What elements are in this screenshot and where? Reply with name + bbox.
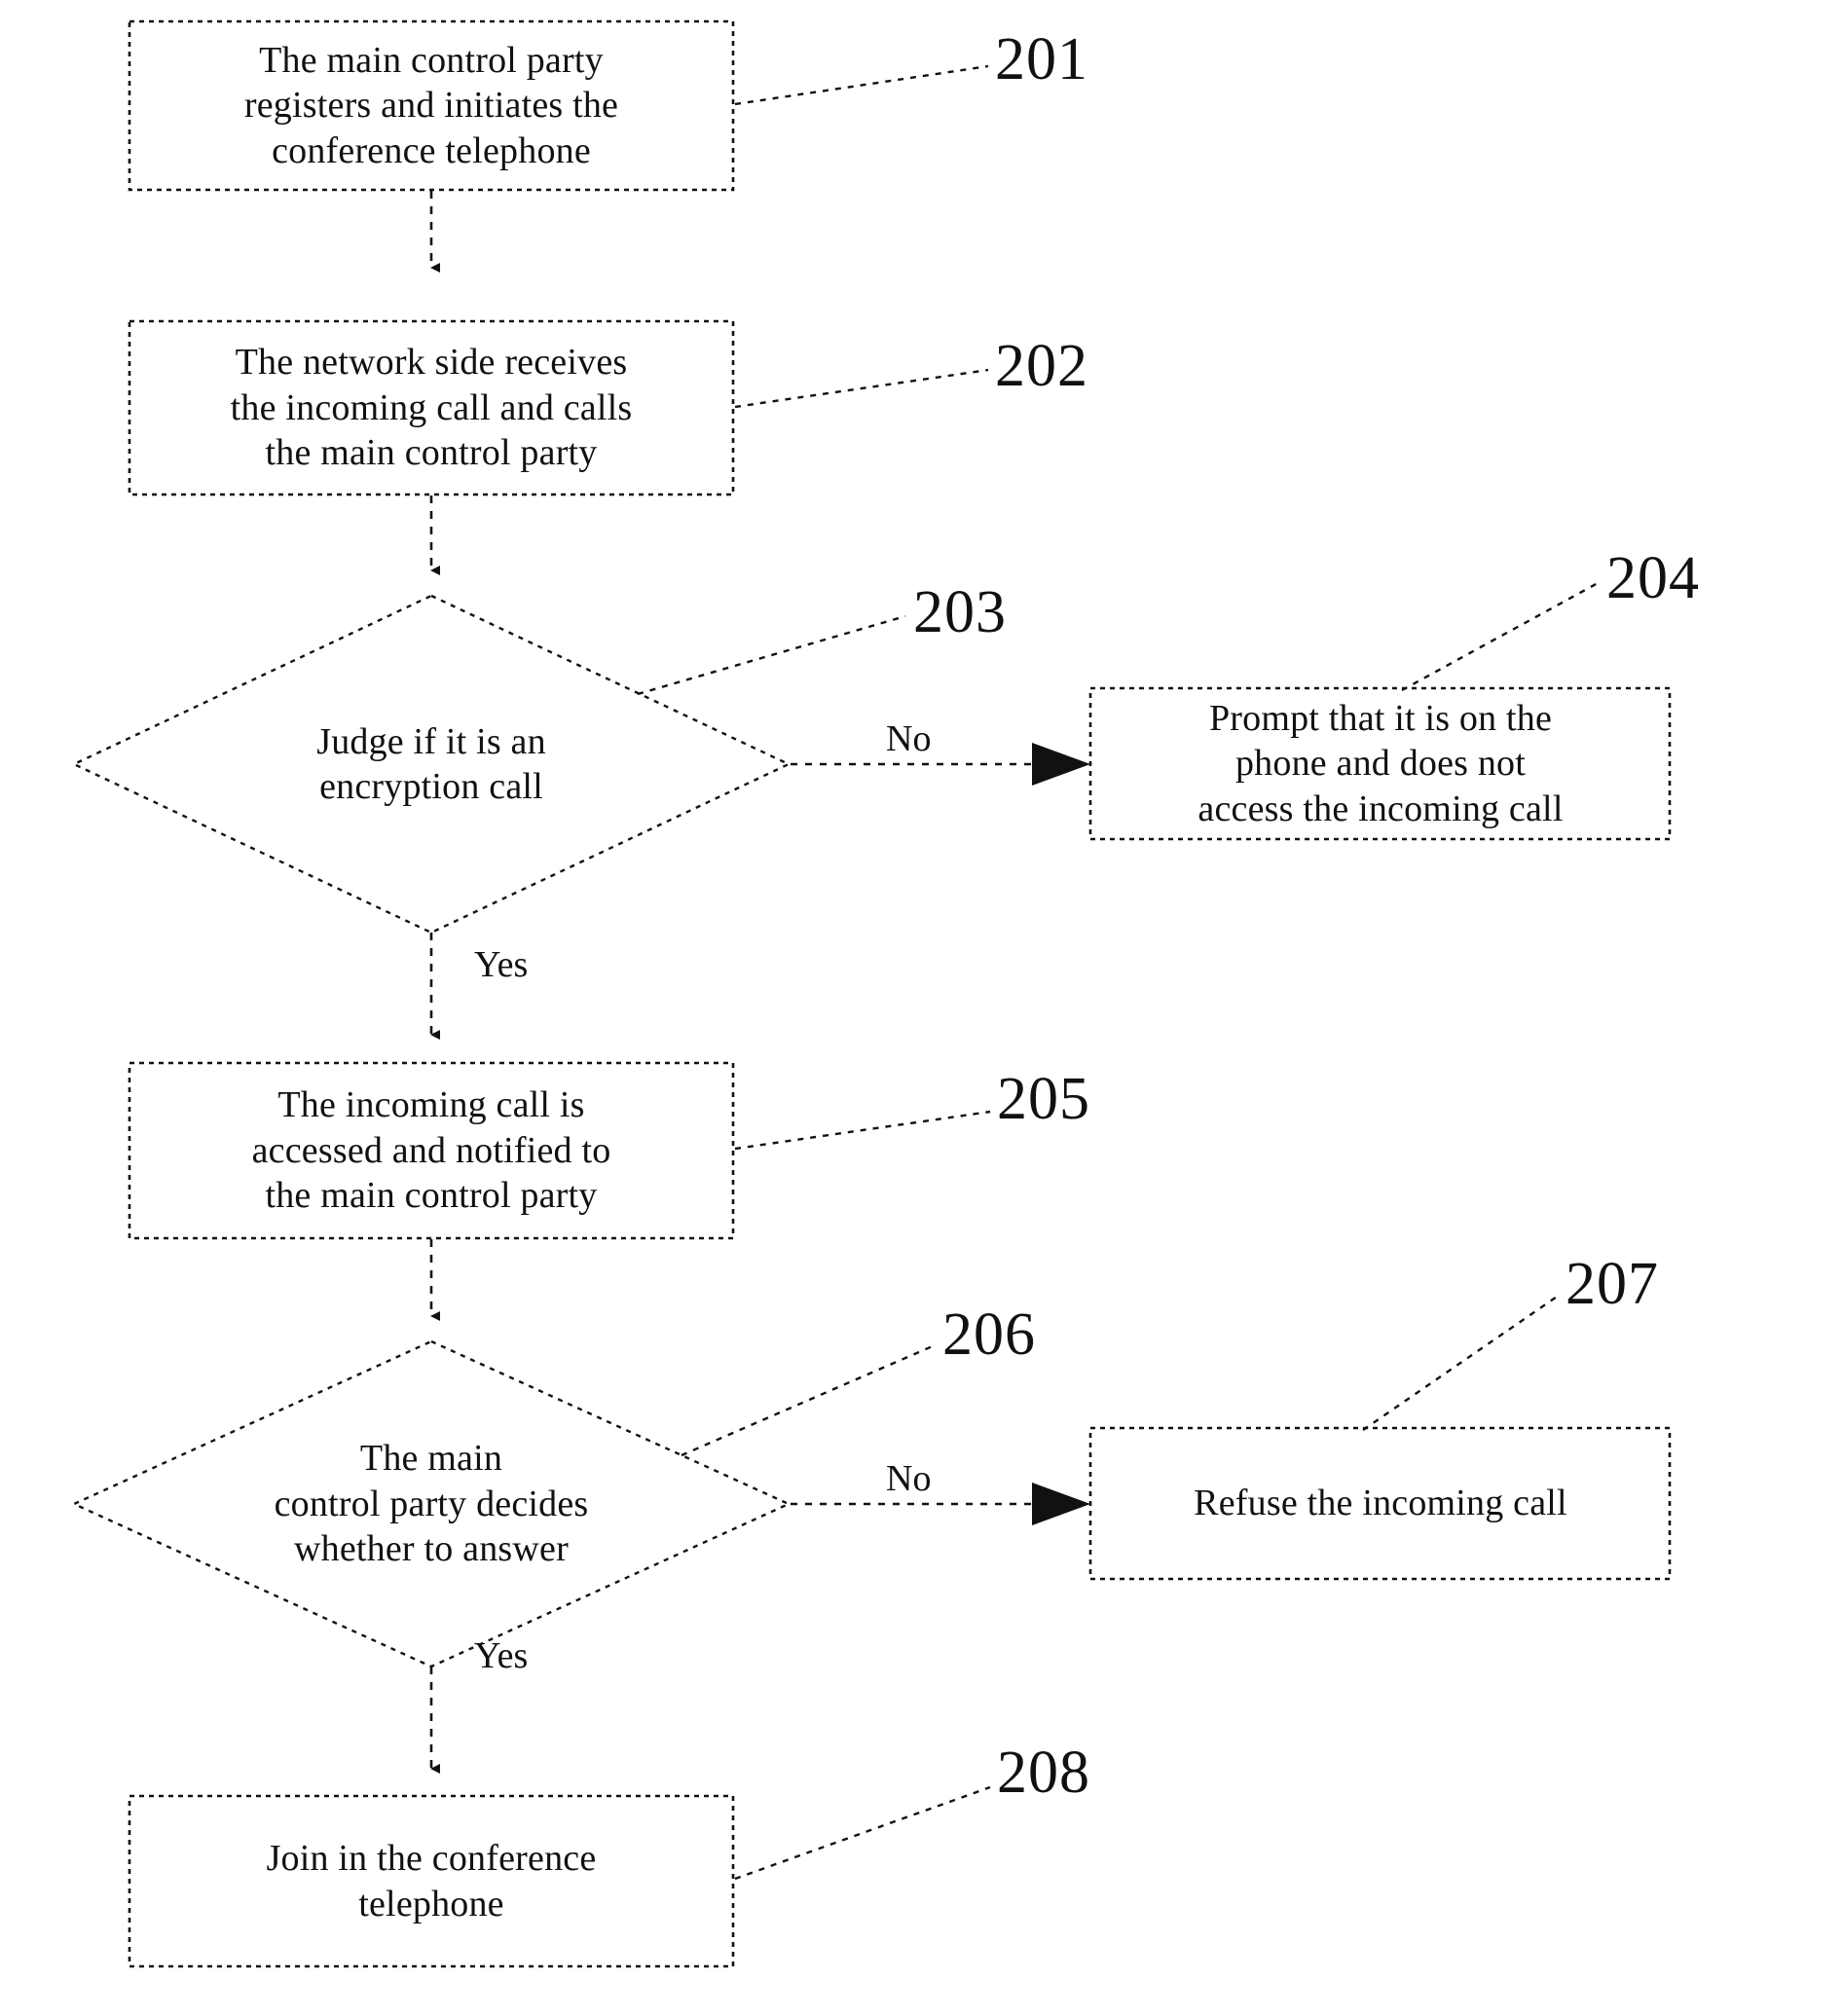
- leader-line-202: [734, 368, 989, 409]
- leader-line-204: [1401, 580, 1601, 692]
- node-label-203: Judge if it is an encryption call: [316, 720, 546, 807]
- leader-line-205: [734, 1110, 991, 1151]
- flowchart-vector-layer: [71, 19, 1672, 1968]
- flowchart-canvas: The main control party registers and ini…: [0, 0, 1842, 2016]
- ref-numeral-205: 205: [997, 1066, 1090, 1132]
- leader-line-203: [637, 614, 906, 696]
- arrowhead-203-204: [1032, 743, 1090, 786]
- node-label-208: Join in the conference telephone: [266, 1838, 597, 1924]
- leader-line-201: [734, 64, 989, 106]
- edge-label-no-203: No: [886, 718, 932, 759]
- arrowhead-206-207: [1032, 1483, 1090, 1525]
- edge-label-yes-203: Yes: [474, 944, 529, 985]
- node-label-202: The network side receives the incoming c…: [230, 342, 633, 474]
- node-label-204: Prompt that it is on the phone and does …: [1197, 697, 1564, 829]
- node-label-205: The incoming call is accessed and notifi…: [251, 1084, 611, 1217]
- leader-line-207: [1362, 1294, 1561, 1431]
- ref-numeral-207: 207: [1566, 1251, 1659, 1317]
- ref-numeral-206: 206: [942, 1301, 1036, 1368]
- node-label-201: The main control party registers and ini…: [243, 39, 619, 171]
- leader-line-206: [681, 1343, 936, 1457]
- edge-label-no-206: No: [886, 1458, 932, 1499]
- ref-numeral-204: 204: [1606, 545, 1700, 611]
- ref-numeral-208: 208: [997, 1740, 1090, 1806]
- ref-numeral-202: 202: [995, 333, 1088, 399]
- ref-numeral-201: 201: [995, 26, 1088, 92]
- node-label-206: The main control party decides whether t…: [274, 1438, 589, 1570]
- ref-numeral-203: 203: [913, 579, 1007, 645]
- node-label-207: Refuse the incoming call: [1194, 1483, 1567, 1524]
- edge-label-yes-206: Yes: [474, 1635, 529, 1676]
- leader-line-208: [734, 1785, 991, 1881]
